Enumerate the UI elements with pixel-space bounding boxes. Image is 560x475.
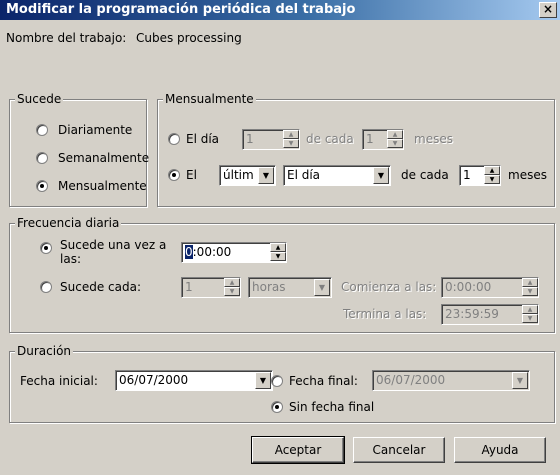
monthly-day-spinner[interactable]: ▲ ▼ (283, 130, 299, 149)
every-unit-select[interactable]: horas ▼ (248, 277, 332, 298)
monthly-day-label[interactable]: El día (186, 132, 219, 146)
ok-button[interactable]: Aceptar (251, 436, 345, 464)
start-date-select[interactable]: 06/07/2000 ▼ (115, 370, 273, 391)
daily-radio[interactable] (36, 124, 48, 136)
spin-down-icon[interactable]: ▼ (522, 314, 538, 323)
monthly-radio[interactable] (36, 180, 48, 192)
once-time-cursor: 0 (185, 245, 193, 259)
spin-up-icon[interactable]: ▲ (224, 278, 240, 287)
monthly-day-every-label: de cada (306, 132, 354, 146)
job-name-label: Nombre del trabajo: (6, 31, 127, 45)
monthly-the-every-label: de cada (401, 168, 449, 182)
monthly-day-months-input[interactable]: 1 ▲ ▼ (362, 129, 404, 150)
start-time-spinner[interactable]: ▲ ▼ (522, 278, 538, 297)
spin-down-icon[interactable]: ▼ (270, 252, 286, 261)
day-kind-value: El día (287, 168, 321, 182)
close-button[interactable]: × (539, 2, 557, 18)
once-time-input[interactable]: 0:00:00 ▲ ▼ (181, 242, 287, 263)
monthly-the-months-input[interactable]: 1 ▲ ▼ (459, 165, 501, 186)
daily-frequency-legend: Frecuencia diaria (15, 216, 122, 230)
spin-up-icon[interactable]: ▲ (522, 278, 538, 287)
end-time-input[interactable]: 23:59:59 ▲ ▼ (441, 304, 539, 325)
every-label[interactable]: Sucede cada: (60, 280, 141, 294)
chevron-down-icon[interactable]: ▼ (258, 167, 274, 184)
start-time-input[interactable]: 0:00:00 ▲ ▼ (441, 277, 539, 298)
end-date-select[interactable]: 06/07/2000 ▼ (372, 370, 530, 391)
spin-down-icon[interactable]: ▼ (522, 287, 538, 296)
job-name-value: Cubes processing (136, 31, 242, 45)
no-end-date-label[interactable]: Sin fecha final (289, 400, 374, 414)
spin-up-icon[interactable]: ▲ (270, 243, 286, 252)
cancel-button[interactable]: Cancelar (353, 437, 445, 463)
monthly-label[interactable]: Mensualmente (58, 179, 147, 193)
start-date-label: Fecha inicial: (20, 374, 98, 388)
ordinal-value: últim (223, 168, 254, 182)
spin-down-icon[interactable]: ▼ (387, 139, 403, 148)
monthly-legend: Mensualmente (163, 92, 256, 106)
spin-down-icon[interactable]: ▼ (224, 287, 240, 296)
title-bar: Modificar la programación periódica del … (0, 0, 560, 20)
once-radio[interactable] (40, 242, 52, 254)
spin-up-icon[interactable]: ▲ (387, 130, 403, 139)
once-label[interactable]: Sucede una vez a las: (60, 238, 172, 266)
calendar-dropdown-icon[interactable]: ▼ (255, 372, 271, 389)
occurs-legend: Sucede (15, 92, 64, 106)
monthly-day-input[interactable]: 1 ▲ ▼ (242, 129, 300, 150)
monthly-the-months-spinner[interactable]: ▲ ▼ (484, 166, 500, 185)
chevron-down-icon[interactable]: ▼ (373, 167, 389, 184)
end-date-label[interactable]: Fecha final: (289, 374, 358, 388)
day-kind-select[interactable]: El día ▼ (283, 165, 391, 186)
monthly-the-label[interactable]: El (186, 168, 197, 182)
every-radio[interactable] (40, 281, 52, 293)
ordinal-select[interactable]: últim ▼ (219, 165, 276, 186)
every-spinner[interactable]: ▲ ▼ (224, 278, 240, 297)
weekly-radio[interactable] (36, 152, 48, 164)
monthly-the-months-label: meses (508, 168, 547, 182)
duration-legend: Duración (15, 344, 74, 358)
spin-down-icon[interactable]: ▼ (484, 175, 500, 184)
monthly-group (157, 99, 555, 207)
monthly-day-radio[interactable] (168, 133, 180, 145)
end-time-spinner[interactable]: ▲ ▼ (522, 305, 538, 324)
monthly-day-months-label: meses (414, 132, 453, 146)
end-time-label: Termina a las: (343, 307, 427, 321)
monthly-day-months-value: 1 (366, 132, 374, 146)
no-end-date-radio[interactable] (271, 401, 283, 413)
monthly-the-months-value: 1 (463, 168, 471, 182)
chevron-down-icon[interactable]: ▼ (314, 279, 330, 296)
weekly-label[interactable]: Semanalmente (58, 151, 149, 165)
spin-up-icon[interactable]: ▲ (283, 130, 299, 139)
monthly-the-radio[interactable] (168, 169, 180, 181)
calendar-dropdown-icon[interactable]: ▼ (512, 372, 528, 389)
monthly-day-value: 1 (246, 132, 254, 146)
daily-label[interactable]: Diariamente (58, 123, 132, 137)
start-time-label: Comienza a las: (341, 280, 437, 294)
help-button[interactable]: Ayuda (454, 437, 546, 463)
every-value-input[interactable]: 1 ▲ ▼ (181, 277, 241, 298)
spin-up-icon[interactable]: ▲ (484, 166, 500, 175)
window-title: Modificar la programación periódica del … (6, 2, 356, 17)
every-unit-value: horas (252, 280, 286, 294)
once-time-value: :00:00 (192, 245, 232, 259)
start-date-value: 06/07/2000 (119, 373, 189, 387)
monthly-day-months-spinner[interactable]: ▲ ▼ (387, 130, 403, 149)
dialog-window: Modificar la programación periódica del … (0, 0, 560, 475)
end-date-value: 06/07/2000 (376, 373, 446, 387)
spin-up-icon[interactable]: ▲ (522, 305, 538, 314)
every-value: 1 (185, 280, 193, 294)
once-time-spinner[interactable]: ▲ ▼ (270, 243, 286, 262)
start-time-value: 0:00:00 (445, 280, 492, 294)
end-time-value: 23:59:59 (445, 307, 499, 321)
spin-down-icon[interactable]: ▼ (283, 139, 299, 148)
end-date-radio[interactable] (271, 375, 283, 387)
